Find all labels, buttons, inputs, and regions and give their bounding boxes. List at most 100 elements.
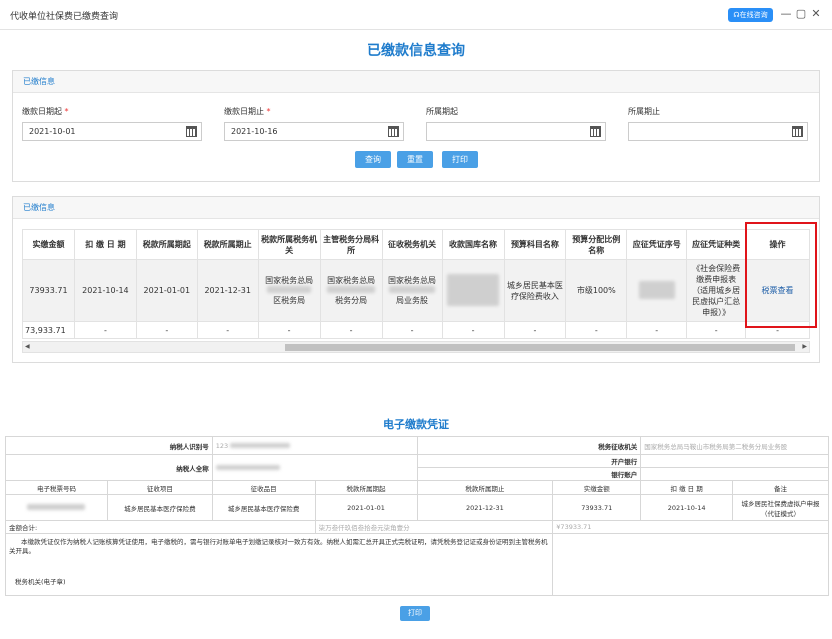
- highlight-box: [745, 222, 817, 328]
- period-end-input[interactable]: [628, 122, 808, 141]
- tax-authority-label: 税务征收机关: [416, 436, 642, 455]
- cell-budget-subject: 城乡居民基本医疗保险费收入: [503, 259, 567, 322]
- calendar-icon[interactable]: [186, 126, 197, 137]
- period-start-input[interactable]: [426, 122, 606, 141]
- total-row: 73,933.71 - - - - - - - - - - - -: [22, 321, 810, 339]
- col-header: 实缴金额: [552, 480, 642, 495]
- minimize-icon[interactable]: —: [780, 7, 792, 21]
- account-label: 银行账户: [416, 467, 642, 481]
- col-header: 扣 缴 日 期: [73, 229, 137, 260]
- redacted-block: [638, 280, 675, 299]
- col-header: 预算分配比例名称: [565, 229, 628, 260]
- col-header: 收款国库名称: [441, 229, 505, 260]
- col-header: 征收项目: [106, 480, 213, 495]
- reset-button[interactable]: 重置: [397, 151, 433, 168]
- end-date-label: 缴款日期止 *: [224, 107, 271, 116]
- total-label: 金额合计:: [5, 520, 316, 534]
- certificate-table: 纳税人识别号 123 税务征收机关 国家税务总局马鞍山市税务局第二税务分局业务股…: [4, 436, 829, 596]
- scroll-left-icon[interactable]: ◀: [25, 342, 30, 352]
- col-header: 税款所属税务机关: [257, 229, 321, 260]
- col-header: 电子税票号码: [5, 480, 108, 495]
- taxpayer-name-label: 纳税人全称: [5, 454, 213, 481]
- cell-ratio: 市级100%: [565, 259, 628, 322]
- calendar-icon[interactable]: [590, 126, 601, 137]
- redacted-block: [267, 286, 312, 293]
- col-header: 税款所属期起: [314, 480, 418, 495]
- cert-project: 城乡居民基本医疗保险费: [106, 494, 213, 521]
- col-header: 征收品目: [211, 480, 316, 495]
- scrollbar-thumb[interactable]: [285, 344, 795, 351]
- table-header-row: 实缴金额 扣 缴 日 期 税款所属期起 税款所属期止 税款所属税务机关 主管税务…: [22, 229, 810, 260]
- scroll-right-icon[interactable]: ▶: [802, 342, 807, 352]
- redacted-block: [230, 442, 291, 448]
- col-header: 税款所属期起: [135, 229, 198, 260]
- certificate-note: 本缴款凭证仅作为纳税人记账核算凭证使用，电子缴税的，需与银行对账单电子划缴记录核…: [4, 533, 554, 596]
- horizontal-scrollbar[interactable]: ◀ ▶: [22, 341, 810, 353]
- cell-tax-office: 国家税务总局 区税务局: [257, 259, 321, 322]
- online-consult-button[interactable]: ☊在线咨询: [728, 8, 773, 22]
- cell-voucher-no: [626, 259, 688, 322]
- total-amount: 73,933.71: [22, 321, 75, 339]
- cell-treasury: [441, 259, 505, 322]
- cert-item: 城乡居民基本医疗保险费: [211, 494, 316, 521]
- col-header: 应征凭证序号: [626, 229, 688, 260]
- redacted-block: [327, 286, 376, 293]
- col-header: 税款所属期止: [196, 229, 259, 260]
- tax-authority-value: 国家税务总局马鞍山市税务局第二税务分局业务股: [640, 436, 829, 455]
- window-title: 代收单位社保费已缴费查询: [10, 12, 119, 22]
- period-start-label: 所属期起: [426, 107, 458, 116]
- redacted-block: [215, 464, 280, 470]
- total-upper: 柒万叁仟玖佰叁拾叁元柒角壹分: [314, 520, 554, 534]
- taxpayer-name-value: [211, 454, 418, 481]
- bank-value: [640, 454, 829, 468]
- result-panel-header: 已缴信息: [13, 197, 819, 219]
- total-lower: ¥73933.71: [552, 520, 829, 534]
- end-date-input[interactable]: 2021-10-16: [224, 122, 404, 141]
- cert-period-start: 2021-01-01: [314, 494, 418, 521]
- col-header: 主管税务分局科所: [319, 229, 383, 260]
- col-header: 税款所属期止: [416, 480, 554, 495]
- maximize-icon[interactable]: ▢: [795, 7, 807, 21]
- redacted-block: [27, 503, 86, 510]
- cert-period-end: 2021-12-31: [416, 494, 554, 521]
- cell-period-start: 2021-01-01: [135, 259, 198, 322]
- col-header: 扣 缴 日 期: [640, 480, 734, 495]
- taxpayer-id-label: 纳税人识别号: [5, 436, 213, 455]
- cert-amount: 73933.71: [552, 494, 642, 521]
- print-button[interactable]: 打印: [442, 151, 478, 168]
- col-header: 预算科目名称: [503, 229, 567, 260]
- period-end-label: 所属期止: [628, 107, 660, 116]
- window-titlebar: 代收单位社保费已缴费查询 ☊在线咨询 — ▢ ✕: [0, 0, 832, 30]
- redacted-block: [389, 286, 436, 293]
- certificate-blank-cell: [552, 533, 829, 596]
- redacted-block: [447, 273, 500, 306]
- col-header: 备注: [732, 480, 829, 495]
- bank-label: 开户银行: [416, 454, 642, 468]
- start-date-label: 缴款日期起 *: [22, 107, 69, 116]
- certificate-title: 电子缴款凭证: [383, 418, 449, 431]
- certificate-print-button[interactable]: 打印: [400, 606, 430, 621]
- start-date-input[interactable]: 2021-10-01: [22, 122, 202, 141]
- cell-period-end: 2021-12-31: [196, 259, 259, 322]
- taxpayer-id-value: 123: [211, 436, 418, 455]
- query-panel-header: 已缴信息: [13, 71, 819, 93]
- cert-remark: 城乡居民社保费虚拟户申报（代征模式）: [732, 494, 829, 521]
- close-icon[interactable]: ✕: [810, 7, 822, 21]
- query-button[interactable]: 查询: [355, 151, 391, 168]
- cell-deduct-date: 2021-10-14: [73, 259, 137, 322]
- authority-seal-note: 税务机关(电子章): [15, 578, 66, 586]
- ticket-number: [5, 494, 108, 521]
- table-row[interactable]: 73933.71 2021-10-14 2021-01-01 2021-12-3…: [22, 259, 810, 322]
- col-header: 征收税务机关: [381, 229, 443, 260]
- calendar-icon[interactable]: [388, 126, 399, 137]
- col-header: 实缴金额: [22, 229, 75, 260]
- col-header: 应征凭证种类: [686, 229, 747, 260]
- cell-amount: 73933.71: [22, 259, 75, 322]
- account-value: [640, 467, 829, 481]
- calendar-icon[interactable]: [792, 126, 803, 137]
- cell-voucher-type: 《社会保险费缴费申报表（适用城乡居民虚拟户汇总申报）》: [686, 259, 747, 322]
- page-title: 已缴款信息查询: [367, 43, 465, 59]
- cell-branch: 国家税务总局 税务分局: [319, 259, 383, 322]
- cell-collect-office: 国家税务总局 局业务股: [381, 259, 443, 322]
- certificate-row: 城乡居民基本医疗保险费 城乡居民基本医疗保险费 2021-01-01 2021-…: [5, 494, 829, 521]
